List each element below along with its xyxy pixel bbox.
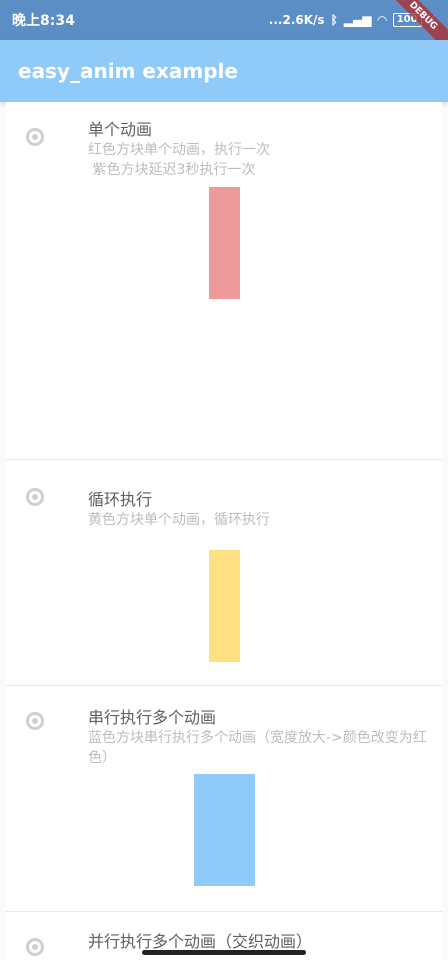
card-single-animation[interactable]: 单个动画 红色方块单个动画，执行一次 紫色方块延迟3秒执行一次 xyxy=(6,102,442,460)
network-speed: ...2.6K/s xyxy=(268,13,325,27)
signal-icon: ▂▄▆ xyxy=(343,13,372,27)
status-time: 晚上8:34 xyxy=(12,13,75,29)
radio-button[interactable] xyxy=(26,938,44,956)
card-description: 红色方块单个动画，执行一次 紫色方块延迟3秒执行一次 xyxy=(88,140,428,180)
card-title: 并行执行多个动画（交织动画） xyxy=(88,932,313,951)
yellow-square xyxy=(209,550,240,662)
status-bar: 晚上8:34 ...2.6K/s ᛒ ▂▄▆ ◠ 100 ⚡ DEBUG xyxy=(0,0,448,61)
home-indicator[interactable] xyxy=(142,950,306,955)
app-title: easy_anim example xyxy=(18,59,238,83)
card-serial-animation[interactable]: 串行执行多个动画 蓝色方块串行执行多个动画（宽度放大->颜色改变为红色） xyxy=(6,686,442,912)
bluetooth-icon: ᛒ xyxy=(330,13,338,27)
card-title: 串行执行多个动画 xyxy=(88,708,217,727)
card-title: 循环执行 xyxy=(88,490,153,509)
red-square xyxy=(209,187,240,299)
radio-button[interactable] xyxy=(26,488,44,506)
card-title: 单个动画 xyxy=(88,120,153,139)
description-line: 红色方块单个动画，执行一次 xyxy=(88,142,270,158)
card-description: 蓝色方块串行执行多个动画（宽度放大->颜色改变为红色） xyxy=(88,730,427,766)
description-line: 紫色方块延迟3秒执行一次 xyxy=(88,162,256,178)
card-description: 黄色方块单个动画，循环执行 xyxy=(88,512,270,528)
app-bar: easy_anim example xyxy=(0,40,448,102)
example-list[interactable]: 单个动画 红色方块单个动画，执行一次 紫色方块延迟3秒执行一次 循环执行 黄色方… xyxy=(0,102,448,960)
radio-button[interactable] xyxy=(26,128,44,146)
wifi-icon: ◠ xyxy=(377,13,387,27)
blue-square xyxy=(194,774,255,886)
radio-button[interactable] xyxy=(26,712,44,730)
card-loop-animation[interactable]: 循环执行 黄色方块单个动画，循环执行 xyxy=(6,460,442,686)
